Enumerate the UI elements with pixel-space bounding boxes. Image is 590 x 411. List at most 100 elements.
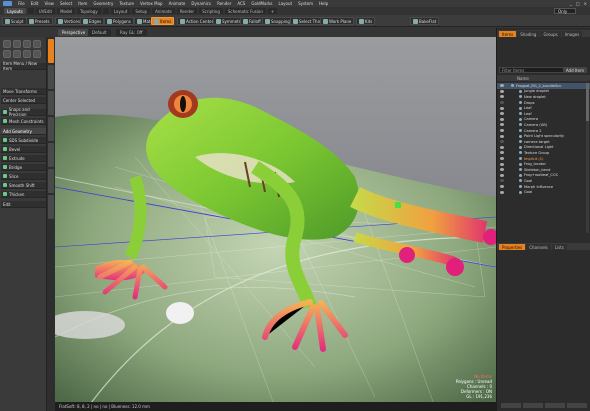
- toolbar-button-edges[interactable]: Edges: [80, 17, 105, 25]
- twist-tool-icon[interactable]: [33, 50, 41, 58]
- visibility-eye-icon[interactable]: [500, 145, 504, 149]
- menu-item-render[interactable]: Render: [217, 1, 231, 6]
- visibility-eye-icon[interactable]: [500, 89, 504, 93]
- viewport-tab[interactable]: Ray GL: Off: [116, 29, 147, 36]
- side-tab-vertex[interactable]: [48, 143, 54, 167]
- side-tab-deform[interactable]: [48, 65, 54, 89]
- layout-tab[interactable]: Layout: [110, 8, 131, 14]
- visibility-eye-icon[interactable]: [500, 173, 504, 177]
- visibility-eye-icon[interactable]: [500, 84, 504, 88]
- item-list-scrollbar[interactable]: [586, 83, 589, 233]
- list-item[interactable]: Goal: [497, 189, 590, 195]
- tool-row-sds-subdivide[interactable]: SDS Subdivide: [1, 137, 46, 144]
- toolbar-button-kits[interactable]: Kits: [356, 17, 376, 25]
- footer-btn[interactable]: [501, 403, 521, 408]
- layout-tab[interactable]: Schematic Fusion: [224, 8, 266, 14]
- transform-tool-icon[interactable]: [33, 40, 41, 48]
- menu-item-system[interactable]: System: [298, 1, 313, 6]
- tool-row-edit[interactable]: Edit: [1, 201, 46, 208]
- toolbar-button-work-plane[interactable]: Work Plane: [320, 17, 355, 25]
- menu-item-view[interactable]: View: [44, 1, 54, 6]
- visibility-eye-icon[interactable]: [500, 112, 504, 116]
- tool-row-extrude[interactable]: Extrude: [1, 155, 46, 162]
- menu-item-vertex-map[interactable]: Vertex Map: [140, 1, 163, 6]
- layout-tab[interactable]: +: [267, 8, 278, 14]
- layout-tab[interactable]: Layouts: [4, 8, 26, 14]
- minimize-icon[interactable]: _: [570, 1, 572, 6]
- visibility-eye-icon[interactable]: [500, 190, 504, 194]
- visibility-eye-icon[interactable]: [500, 168, 504, 172]
- layout-tab[interactable]: Model: [57, 8, 76, 14]
- layout-tab[interactable]: [27, 8, 34, 14]
- layout-tab[interactable]: Render: [176, 8, 198, 14]
- tool-row-item-menu-new-item[interactable]: Item Menu / New Item: [1, 61, 46, 71]
- maximize-icon[interactable]: □: [576, 1, 580, 6]
- toolbar-button-presets[interactable]: Presets: [26, 17, 53, 25]
- side-tab-edge[interactable]: [48, 169, 54, 193]
- toolbar-button-sculpt[interactable]: Sculpt: [2, 17, 27, 25]
- toolbar-button-falloff[interactable]: Falloff: [240, 17, 264, 25]
- menu-item-texture[interactable]: Texture: [119, 1, 134, 6]
- tool-row-slice[interactable]: Slice: [1, 173, 46, 180]
- visibility-eye-icon[interactable]: [500, 179, 504, 183]
- tool-row-move-transforms[interactable]: Move Transforms: [1, 88, 46, 95]
- tool-row-bridge[interactable]: Bridge: [1, 164, 46, 171]
- toolbar-button-items[interactable]: Items: [151, 17, 175, 25]
- visibility-eye-icon[interactable]: [500, 185, 504, 189]
- toolbar-button-action-center[interactable]: Action Center: [177, 17, 217, 25]
- menu-item-layout[interactable]: Layout: [279, 1, 293, 6]
- toolbar-button-snapping[interactable]: Snapping: [262, 17, 293, 25]
- footer-btn[interactable]: [523, 403, 543, 408]
- visibility-eye-icon[interactable]: [500, 106, 504, 110]
- tab-lists[interactable]: Lists: [551, 244, 567, 250]
- side-tab-mesh-edit[interactable]: [48, 117, 54, 141]
- side-tab-polygon[interactable]: [48, 195, 54, 219]
- visibility-eye-icon[interactable]: [500, 123, 504, 127]
- close-icon[interactable]: ×: [584, 1, 587, 6]
- visibility-eye-icon[interactable]: [500, 151, 504, 155]
- menu-item-geometry[interactable]: Geometry: [93, 1, 113, 6]
- menu-item-file[interactable]: File: [18, 1, 25, 6]
- visibility-eye-icon[interactable]: [500, 117, 504, 121]
- layout-tab[interactable]: Topology: [77, 8, 101, 14]
- visibility-eye-icon[interactable]: [500, 95, 504, 99]
- move-tool-icon[interactable]: [3, 40, 11, 48]
- rotate-tool-icon[interactable]: [13, 40, 21, 48]
- menu-item-dynamics[interactable]: Dynamics: [191, 1, 211, 6]
- layout-tab[interactable]: Setup: [132, 8, 151, 14]
- visibility-eye-icon[interactable]: [500, 129, 504, 133]
- add-item-button[interactable]: Add Item: [562, 67, 587, 73]
- tab-images[interactable]: Images: [561, 31, 583, 37]
- visibility-eye-icon[interactable]: [500, 101, 504, 105]
- toolbar-button-bakeflat[interactable]: BakeFlat: [410, 17, 440, 25]
- tab-shading[interactable]: Shading: [517, 31, 540, 37]
- bend-tool-icon[interactable]: [23, 50, 31, 58]
- layout-tab[interactable]: Scripting: [199, 8, 223, 14]
- 3d-viewport[interactable]: No Items Polygons : Unread Channels : 0 Def…: [55, 37, 496, 411]
- menu-item-help[interactable]: Help: [319, 1, 328, 6]
- tool-row-thicken[interactable]: Thicken: [1, 191, 46, 198]
- visibility-eye-icon[interactable]: [500, 157, 504, 161]
- side-tab-basic[interactable]: [48, 39, 54, 63]
- menu-item-edit[interactable]: Edit: [31, 1, 39, 6]
- visibility-eye-icon[interactable]: [500, 134, 504, 138]
- menu-item-item[interactable]: Item: [78, 1, 87, 6]
- menu-item-acs[interactable]: ACS: [237, 1, 245, 6]
- scale-tool-icon[interactable]: [23, 40, 31, 48]
- toolbar-button-polygons[interactable]: Polygons: [104, 17, 134, 25]
- visibility-eye-icon[interactable]: [500, 162, 504, 166]
- name-column-header[interactable]: Name: [497, 75, 590, 81]
- layout-tab[interactable]: Animate: [152, 8, 175, 14]
- footer-btn[interactable]: [545, 403, 565, 408]
- tool-row-bevel[interactable]: Bevel: [1, 146, 46, 153]
- toolbar-button-vertices[interactable]: Vertices: [55, 17, 83, 25]
- footer-btn[interactable]: [567, 403, 587, 408]
- tab-groups[interactable]: Groups: [540, 31, 561, 37]
- layout-tab[interactable]: [102, 8, 109, 14]
- tool-row-snaps-and-precision[interactable]: Snaps and Precision: [1, 107, 46, 117]
- element-move-icon[interactable]: [3, 50, 11, 58]
- tab-items[interactable]: Items: [499, 31, 517, 37]
- tool-row-mesh-constraints[interactable]: Mesh Constraints: [1, 118, 46, 125]
- layout-tab[interactable]: UVEdit: [35, 8, 56, 14]
- visibility-eye-icon[interactable]: [500, 140, 504, 144]
